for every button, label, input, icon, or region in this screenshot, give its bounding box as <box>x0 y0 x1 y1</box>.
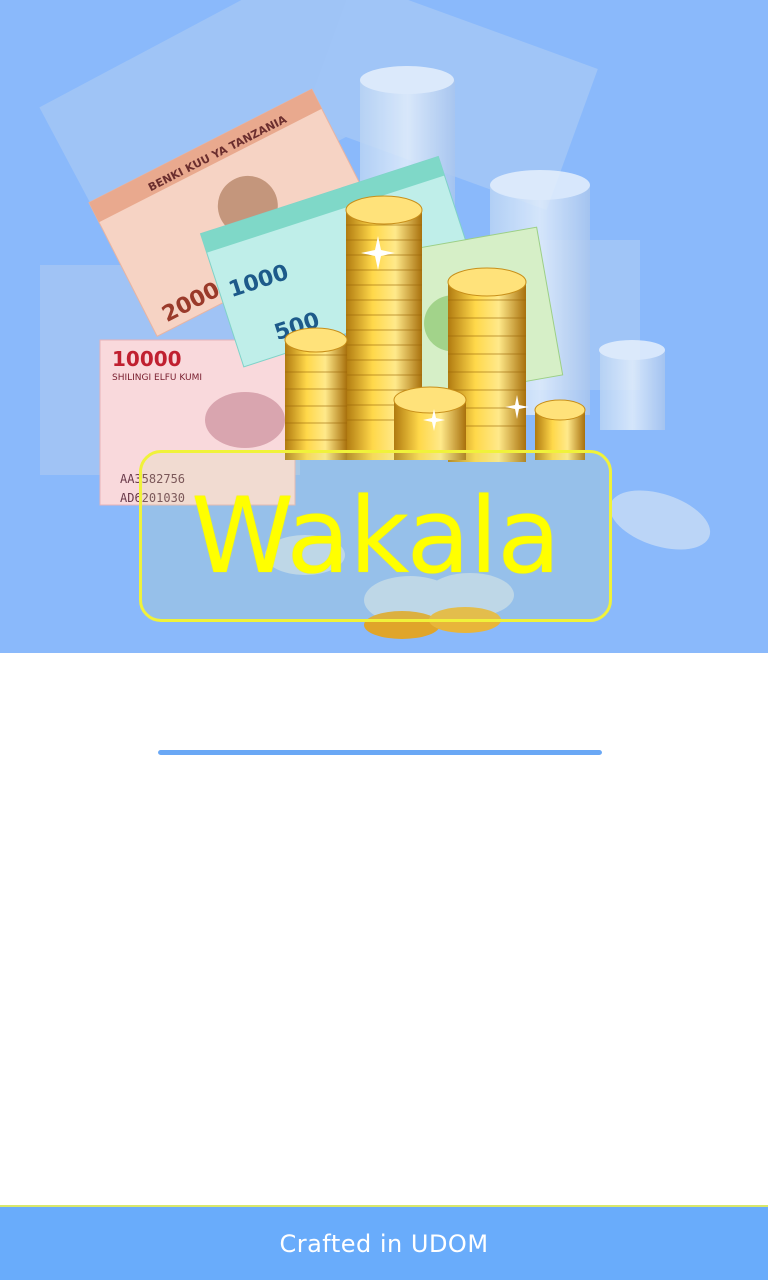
app-name: Wakala <box>191 475 561 597</box>
loading-progress-bar <box>158 750 602 755</box>
app-logo: Wakala <box>139 450 612 622</box>
gold-coin-stack-left <box>284 327 348 460</box>
footer-credit: Crafted in UDOM <box>279 1229 489 1258</box>
footer: Crafted in UDOM <box>0 1205 768 1280</box>
splash-hero: 2000 BENKI KUU YA TANZANIA 10000 SHILING… <box>0 0 768 653</box>
svg-text:SHILINGI ELFU KUMI: SHILINGI ELFU KUMI <box>112 373 202 383</box>
loading-progress-fill <box>158 750 602 755</box>
svg-text:10000: 10000 <box>112 347 182 371</box>
